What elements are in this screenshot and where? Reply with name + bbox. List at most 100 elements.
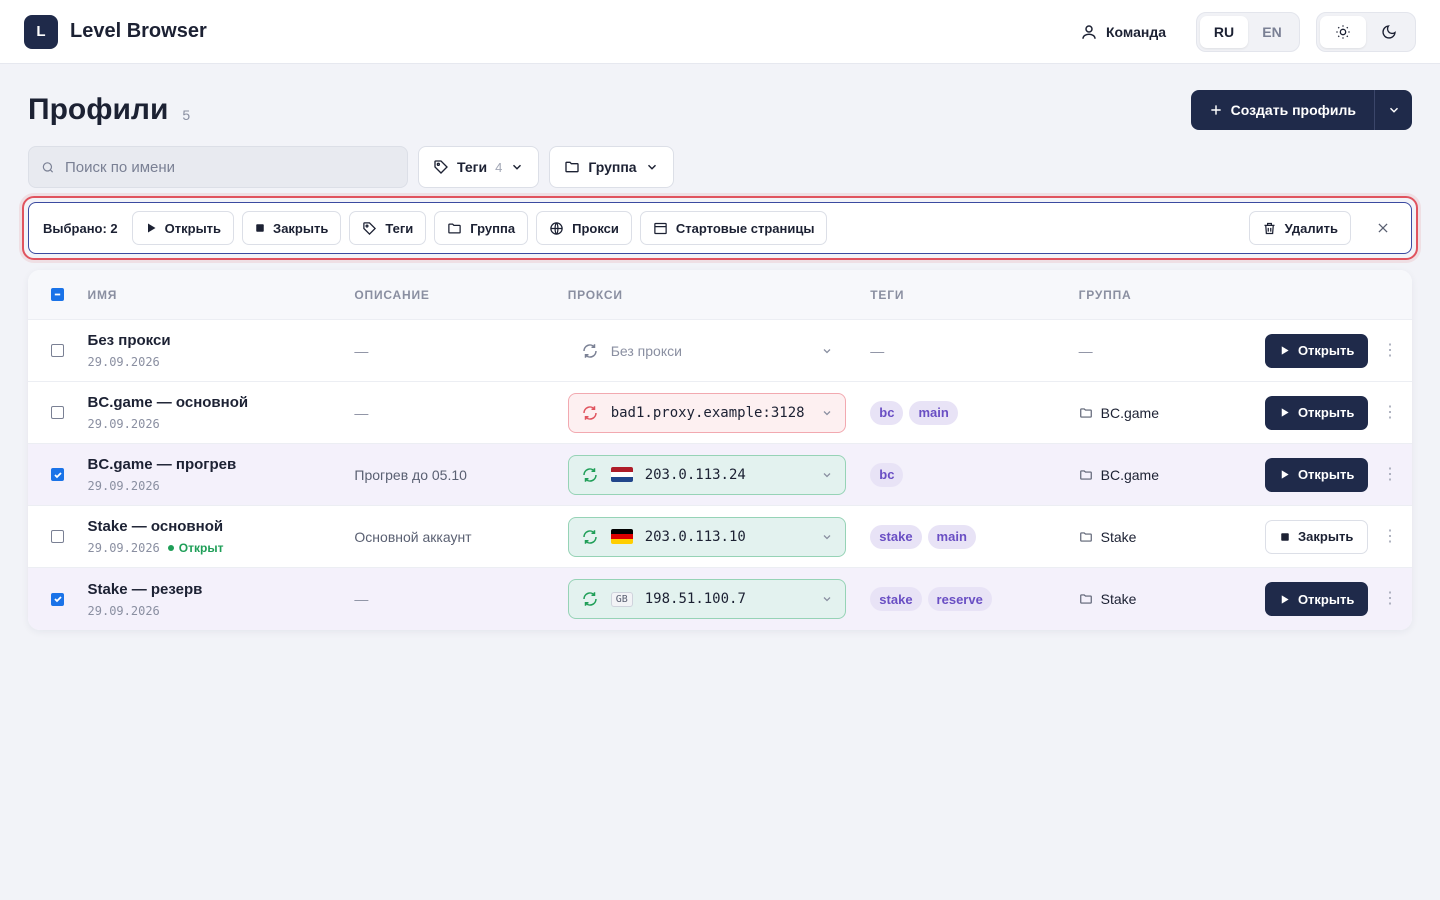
bulk-open-label: Открыть xyxy=(164,220,222,236)
proxy-select[interactable]: Без прокси xyxy=(568,331,846,371)
tags-empty: — xyxy=(870,342,885,359)
tags-filter-button[interactable]: Теги 4 xyxy=(418,146,540,188)
open-profile-button[interactable]: Открыть xyxy=(1264,457,1369,492)
proxy-select[interactable]: GB 198.51.100.7 xyxy=(567,579,846,619)
bulk-tags-button[interactable]: Теги xyxy=(349,211,427,245)
more-menu-icon[interactable]: ⋮ xyxy=(1382,342,1398,359)
refresh-icon[interactable] xyxy=(581,466,599,484)
main-content: Профили 5 Создать профиль Теги 4 Группа xyxy=(0,90,1440,630)
proxy-value: 203.0.113.10 xyxy=(644,528,746,545)
create-profile-dropdown[interactable] xyxy=(1374,90,1412,130)
tag-badge[interactable]: stake xyxy=(870,587,922,611)
profile-group: BC.game xyxy=(1100,404,1159,421)
bulk-delete-button[interactable]: Удалить xyxy=(1248,211,1351,245)
table-row[interactable]: Stake — основной 29.09.2026 Открыт Основн… xyxy=(28,506,1412,568)
play-icon xyxy=(147,223,156,233)
app-title: Level Browser xyxy=(70,20,207,42)
lang-en[interactable]: EN xyxy=(1248,16,1296,48)
folder-icon xyxy=(565,161,579,173)
bulk-start-pages-button[interactable]: Стартовые страницы xyxy=(639,211,828,245)
close-profile-button[interactable]: Закрыть xyxy=(1265,519,1369,554)
proxy-select[interactable]: 203.0.113.24 xyxy=(567,454,846,495)
create-profile-button[interactable]: Создать профиль xyxy=(1191,90,1374,130)
profile-name[interactable]: BC.game — основной xyxy=(88,394,355,411)
group-filter-label: Группа xyxy=(588,159,637,175)
bulk-proxy-button[interactable]: Прокси xyxy=(536,211,632,245)
bulk-group-label: Группа xyxy=(470,220,516,236)
play-icon xyxy=(1281,346,1289,355)
bulk-delete-label: Удалить xyxy=(1284,220,1338,236)
more-menu-icon[interactable]: ⋮ xyxy=(1382,466,1398,483)
bulk-close-button[interactable]: Закрыть xyxy=(242,211,342,245)
action-label: Открыть xyxy=(1297,343,1355,358)
folder-icon xyxy=(448,223,462,233)
table-row[interactable]: Stake — резерв 29.09.2026 — GB 198.51.10… xyxy=(28,568,1412,630)
profile-description: — xyxy=(354,342,369,359)
row-checkbox[interactable] xyxy=(51,468,65,481)
bulk-tags-label: Теги xyxy=(385,220,414,236)
tag-badge[interactable]: reserve xyxy=(927,587,992,611)
chevron-down-icon xyxy=(823,597,831,602)
profile-name[interactable]: Stake — резерв xyxy=(88,581,355,598)
close-bulk-bar-button[interactable] xyxy=(1369,214,1397,242)
tag-badge[interactable]: main xyxy=(927,524,976,549)
bulk-actions-bar: Выбрано: 2 Открыть Закрыть Теги Группа П… xyxy=(28,202,1412,254)
lang-ru[interactable]: RU xyxy=(1200,15,1248,48)
header-proxy: ПРОКСИ xyxy=(567,287,623,302)
table-row[interactable]: Без прокси 29.09.2026 — Без прокси — — О… xyxy=(28,320,1412,382)
folder-icon xyxy=(1079,407,1092,418)
bulk-open-button[interactable]: Открыть xyxy=(131,211,235,245)
proxy-select[interactable]: bad1.proxy.example:3128 xyxy=(567,392,846,433)
create-profile-group: Создать профиль xyxy=(1190,90,1412,130)
bulk-start-pages-label: Стартовые страницы xyxy=(675,220,815,236)
table-row[interactable]: BC.game — прогрев 29.09.2026 Прогрев до … xyxy=(28,444,1412,506)
chevron-down-icon xyxy=(1389,107,1398,113)
table-row[interactable]: BC.game — основной 29.09.2026 — bad1.pro… xyxy=(28,382,1412,444)
app-logo-letter: L xyxy=(36,23,46,40)
theme-light[interactable] xyxy=(1320,15,1366,48)
open-profile-button[interactable]: Открыть xyxy=(1264,582,1369,616)
bulk-actions-highlight: Выбрано: 2 Открыть Закрыть Теги Группа П… xyxy=(22,196,1418,260)
proxy-select[interactable]: 203.0.113.10 xyxy=(567,516,846,557)
row-checkbox[interactable] xyxy=(51,530,65,543)
more-menu-icon[interactable]: ⋮ xyxy=(1382,404,1398,421)
bulk-group-button[interactable]: Группа xyxy=(434,211,529,245)
profile-description: Прогрев до 05.10 xyxy=(354,466,467,483)
refresh-icon[interactable] xyxy=(581,590,599,608)
refresh-icon[interactable] xyxy=(581,342,599,360)
bulk-close-label: Закрыть xyxy=(273,220,329,236)
profile-date: 29.09.2026 xyxy=(87,603,160,618)
search-input[interactable] xyxy=(64,158,395,176)
row-checkbox[interactable] xyxy=(51,592,65,606)
user-icon xyxy=(1082,24,1096,39)
tag-icon xyxy=(363,221,377,235)
globe-icon xyxy=(550,221,563,235)
profile-name[interactable]: BC.game — прогрев xyxy=(88,456,355,473)
refresh-icon[interactable] xyxy=(581,528,599,546)
more-menu-icon[interactable]: ⋮ xyxy=(1382,591,1398,607)
tag-badge[interactable]: bc xyxy=(870,462,904,487)
action-label: Закрыть xyxy=(1298,529,1354,544)
open-profile-button[interactable]: Открыть xyxy=(1264,395,1369,430)
select-all-checkbox[interactable] xyxy=(51,288,65,301)
more-menu-icon[interactable]: ⋮ xyxy=(1382,528,1398,545)
proxy-value: bad1.proxy.example:3128 xyxy=(610,404,805,421)
profile-name[interactable]: Без прокси xyxy=(88,332,355,349)
profile-description: — xyxy=(354,591,369,607)
open-profile-button[interactable]: Открыть xyxy=(1264,333,1369,368)
header-name[interactable]: ИМЯ xyxy=(88,288,355,302)
plus-icon xyxy=(1210,105,1221,115)
refresh-icon[interactable] xyxy=(581,404,599,422)
status-label: Открыт xyxy=(178,541,224,555)
tag-badge[interactable]: main xyxy=(909,400,958,425)
theme-dark[interactable] xyxy=(1366,16,1412,48)
profile-description: Основной аккаунт xyxy=(354,528,472,545)
row-checkbox[interactable] xyxy=(51,344,65,357)
group-filter-button[interactable]: Группа xyxy=(549,146,674,188)
tag-badge[interactable]: bc xyxy=(870,400,904,425)
tag-badge[interactable]: stake xyxy=(870,524,922,549)
profiles-table: ИМЯ ОПИСАНИЕ ПРОКСИ ТЕГИ ГРУППА Без прок… xyxy=(28,270,1412,630)
team-button[interactable]: Команда xyxy=(1080,23,1166,41)
row-checkbox[interactable] xyxy=(51,406,65,419)
profile-name[interactable]: Stake — основной xyxy=(88,518,355,535)
